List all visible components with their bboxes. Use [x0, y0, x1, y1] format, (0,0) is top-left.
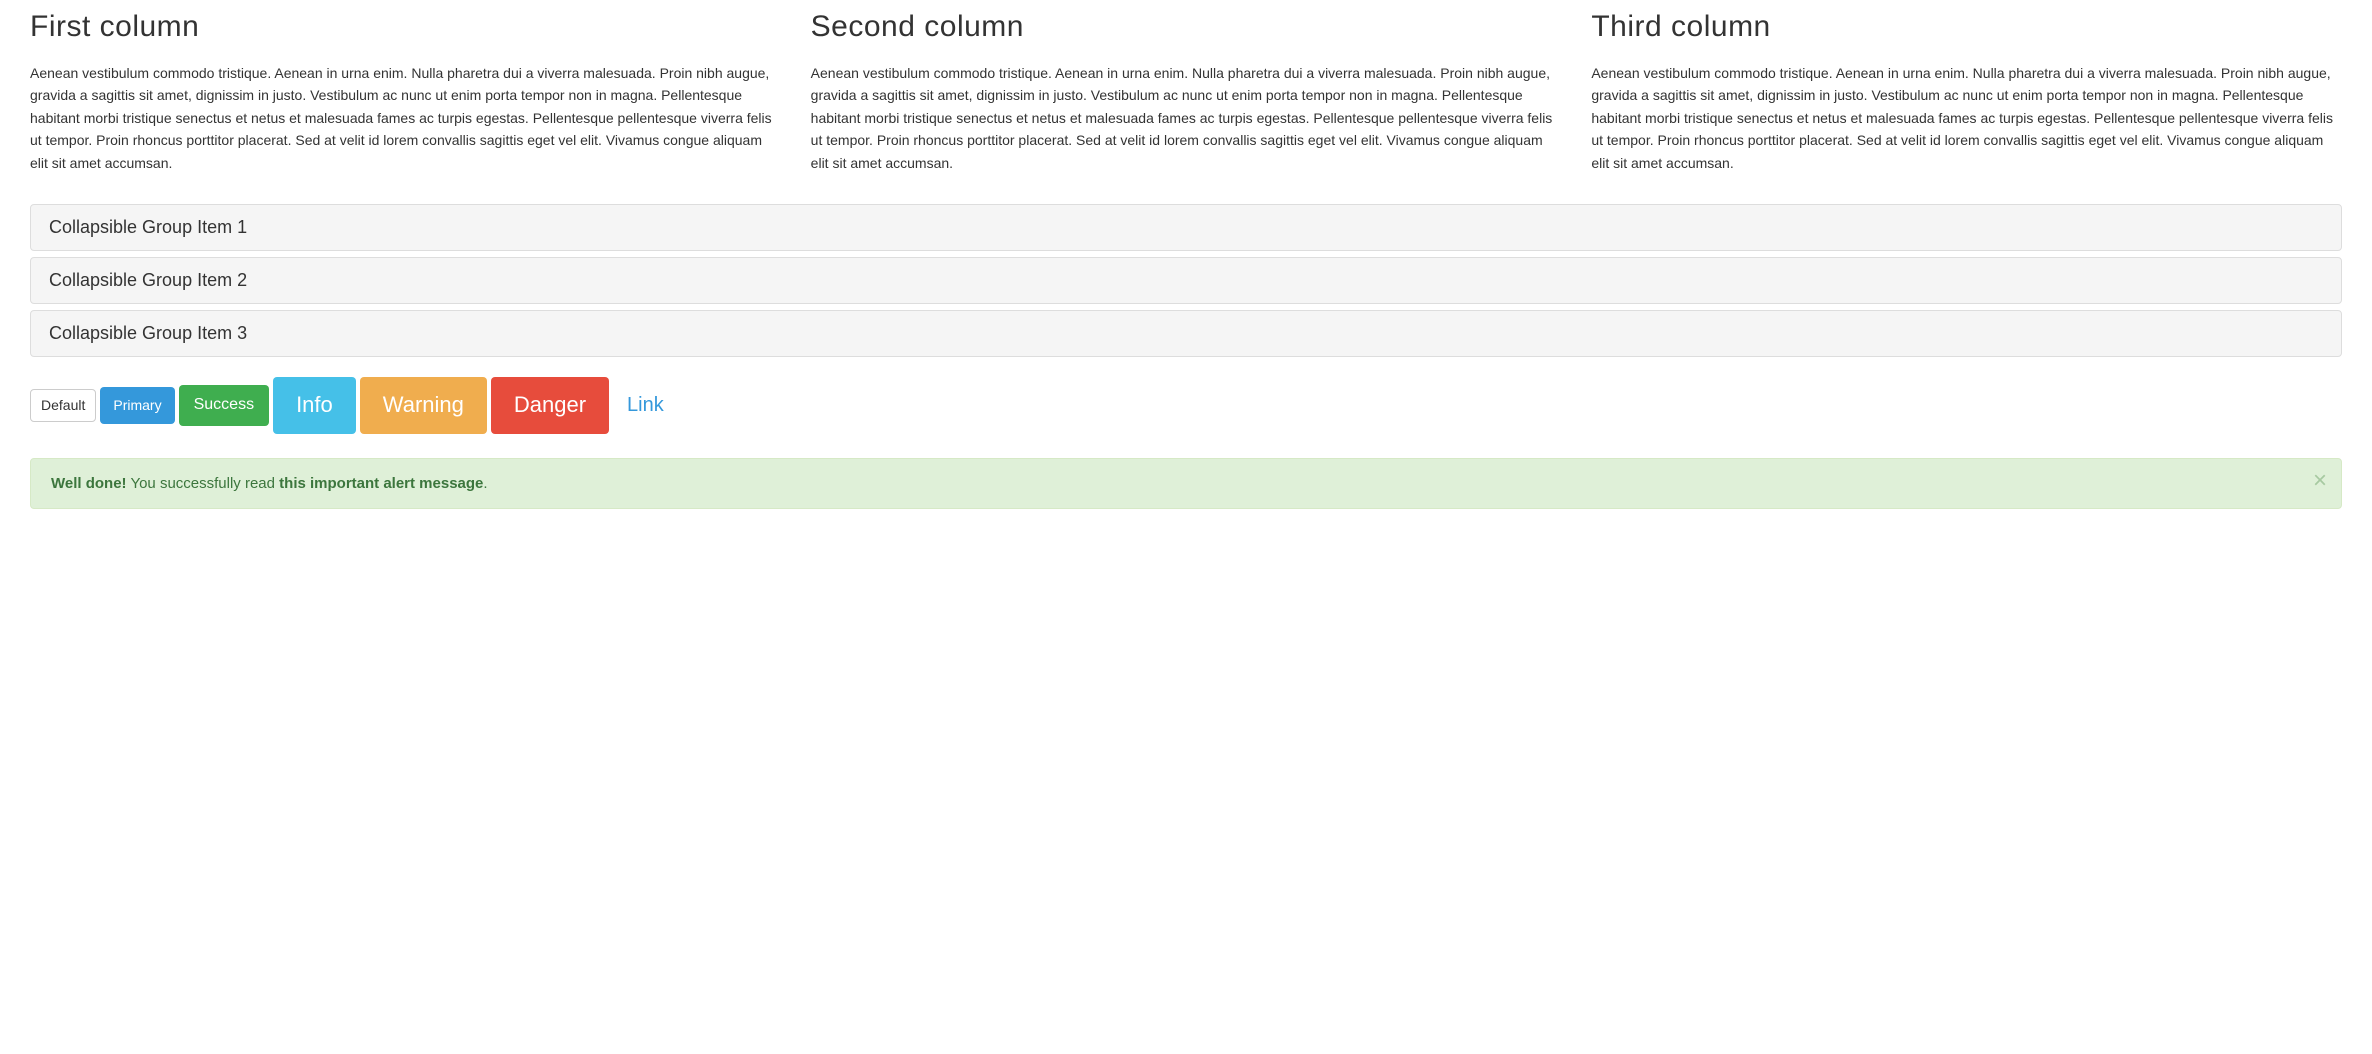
- column-2-title: Second column: [811, 10, 1562, 44]
- column-1-body: Aenean vestibulum commodo tristique. Aen…: [30, 62, 781, 174]
- column-3-title: Third column: [1591, 10, 2342, 44]
- alert-text-end: .: [483, 475, 487, 492]
- column-1-title: First column: [30, 10, 781, 44]
- info-button[interactable]: Info: [273, 377, 356, 434]
- column-3: Third column Aenean vestibulum commodo t…: [1591, 10, 2342, 174]
- danger-button[interactable]: Danger: [491, 377, 609, 434]
- warning-button[interactable]: Warning: [360, 377, 487, 434]
- column-2-body: Aenean vestibulum commodo tristique. Aen…: [811, 62, 1562, 174]
- close-icon[interactable]: ×: [2313, 469, 2327, 493]
- column-2: Second column Aenean vestibulum commodo …: [811, 10, 1562, 174]
- accordion: Collapsible Group Item 1 Collapsible Gro…: [30, 204, 2342, 357]
- accordion-item-1-title[interactable]: Collapsible Group Item 1: [31, 205, 2341, 250]
- column-3-body: Aenean vestibulum commodo tristique. Aen…: [1591, 62, 2342, 174]
- default-button[interactable]: Default: [30, 389, 96, 423]
- accordion-item-3[interactable]: Collapsible Group Item 3: [30, 310, 2342, 357]
- accordion-item-2[interactable]: Collapsible Group Item 2: [30, 257, 2342, 304]
- accordion-item-1[interactable]: Collapsible Group Item 1: [30, 204, 2342, 251]
- column-1: First column Aenean vestibulum commodo t…: [30, 10, 781, 174]
- link-button[interactable]: Link: [613, 379, 678, 431]
- columns-row: First column Aenean vestibulum commodo t…: [30, 10, 2342, 174]
- button-row: Default Primary Success Info Warning Dan…: [30, 377, 2342, 434]
- alert-text-1: You successfully read: [127, 475, 280, 492]
- alert-strong: Well done!: [51, 475, 127, 492]
- primary-button[interactable]: Primary: [100, 387, 174, 425]
- accordion-item-3-title[interactable]: Collapsible Group Item 3: [31, 311, 2341, 356]
- alert-success: Well done! You successfully read this im…: [30, 458, 2342, 509]
- accordion-item-2-title[interactable]: Collapsible Group Item 2: [31, 258, 2341, 303]
- alert-bold-2: this important alert message: [279, 475, 483, 492]
- success-button[interactable]: Success: [179, 385, 269, 425]
